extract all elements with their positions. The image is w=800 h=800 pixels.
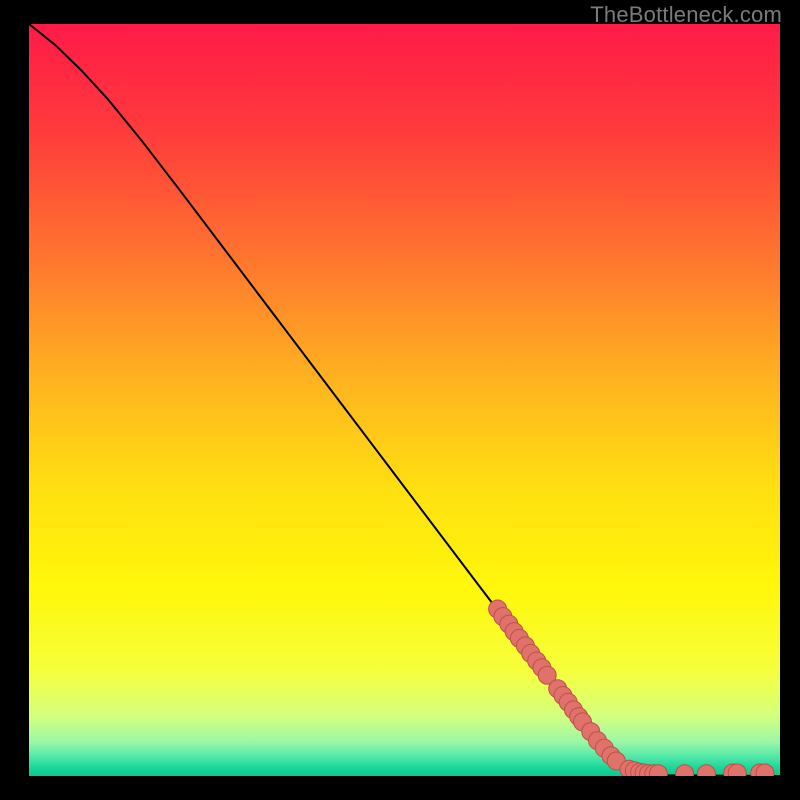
chart-stage: TheBottleneck.com [0,0,800,800]
data-dot [697,765,715,776]
dots-layer [29,24,780,776]
data-dot [676,765,694,776]
plot-area [29,24,780,776]
